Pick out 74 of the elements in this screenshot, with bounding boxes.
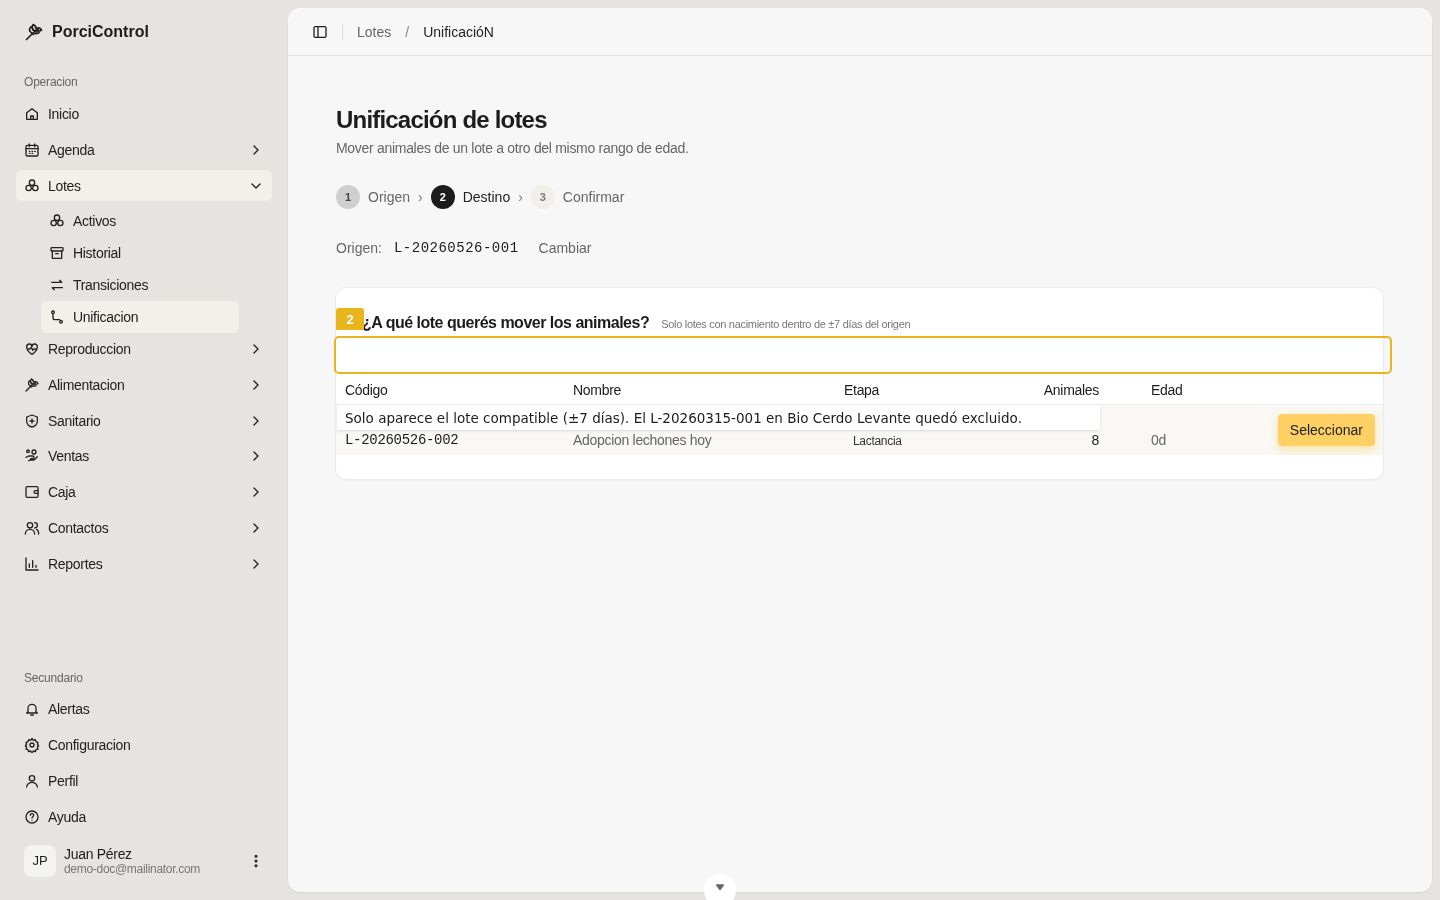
nav-item[interactable]: Contactos — [16, 512, 272, 545]
step-separator: › — [418, 189, 423, 205]
nav-item[interactable]: Caja — [16, 476, 272, 509]
nav-item[interactable]: Agenda — [16, 133, 272, 166]
nav-item[interactable]: Reproduccion — [16, 332, 272, 365]
nav-subitem[interactable]: Historial — [41, 237, 239, 270]
sidebar-toggle-icon — [312, 23, 328, 40]
user-email: demo-doc@mailinator.com — [64, 862, 201, 876]
step-label: Destino — [462, 189, 511, 205]
page-title: Unificación de lotes — [336, 105, 548, 135]
archive-icon — [49, 245, 65, 262]
column-header: Edad — [1150, 382, 1184, 398]
nav-item[interactable]: Reportes — [16, 548, 272, 580]
nav-subitem[interactable]: Activos — [41, 205, 239, 238]
wallet-icon — [24, 484, 40, 501]
tour-tooltip: Solo aparece el lote compatible (±7 días). El L-20260315-001 en Bio Cerdo Levante quedó excluido. — [337, 405, 1100, 430]
column-header: Animales — [1042, 382, 1099, 398]
breadcrumb-link[interactable]: Lotes — [357, 23, 392, 40]
select-button[interactable]: Seleccionar — [1277, 414, 1375, 446]
nav-item[interactable]: Configuracion — [16, 729, 272, 762]
column-header: Código — [344, 382, 389, 398]
settings-icon — [24, 737, 40, 754]
heart-icon — [24, 340, 40, 357]
card-title: ¿A qué lote querés mover los animales? — [362, 314, 650, 332]
step-label: Origen — [368, 189, 411, 205]
nav-item[interactable]: Lotes — [16, 169, 272, 202]
tour-step-badge: 2 — [336, 308, 364, 330]
nav-item[interactable]: Ventas — [16, 440, 272, 473]
column-header: Nombre — [573, 382, 622, 398]
home-icon — [24, 105, 40, 122]
user-icon — [24, 773, 40, 790]
table-cell: Adopcion lechones hoy — [573, 432, 712, 448]
page-subtitle: Mover animales de un lote a otro del mismo rango de edad. — [336, 140, 690, 156]
step-separator: › — [518, 189, 523, 205]
breadcrumb-current: UnificacióN — [423, 23, 494, 40]
user-avatar: JP — [24, 845, 56, 877]
step-number: 2 — [430, 185, 455, 209]
calendar-icon — [24, 141, 40, 158]
nav-item[interactable]: Perfil — [16, 765, 272, 798]
route-icon — [49, 308, 65, 325]
wheat-icon — [24, 376, 40, 393]
section-label: Operacion — [23, 73, 79, 91]
table-cell-text: Lactancia — [852, 434, 902, 448]
bell-icon — [24, 701, 40, 718]
nav-item[interactable]: Alimentacion — [16, 368, 272, 401]
step-label: Confirmar — [562, 189, 625, 205]
step-number: 3 — [530, 185, 555, 209]
help-icon — [24, 809, 40, 826]
wheat-icon — [24, 21, 44, 42]
shield-icon — [24, 412, 40, 429]
nav-subitem[interactable]: Transiciones — [41, 269, 239, 301]
user-name: Juan Pérez — [64, 846, 133, 862]
scroll-down-button[interactable] — [704, 874, 736, 900]
sidebar-toggle-button[interactable] — [312, 23, 328, 40]
breadcrumb-separator: / — [405, 23, 410, 40]
step-number: 1 — [336, 185, 360, 209]
column-header: Etapa — [844, 382, 881, 398]
table-cell: 8 — [1091, 432, 1099, 448]
table-cell: L-20260526-002 — [345, 432, 459, 448]
nav-subitem[interactable]: Unificacion — [41, 301, 239, 333]
nav-item[interactable]: Alertas — [16, 693, 272, 726]
nav-item[interactable]: Ayuda — [16, 801, 272, 833]
table-cell: 0d — [1151, 432, 1166, 448]
cluster-icon — [24, 177, 40, 194]
origin-label: Origen: — [336, 240, 382, 256]
change-button[interactable]: Cambiar — [538, 240, 592, 256]
users-icon — [24, 520, 40, 537]
section-label: Secundario — [23, 669, 84, 687]
origin-code: L-20260526-001 — [393, 240, 519, 256]
bar-chart-icon — [24, 555, 40, 572]
card-hint: Solo lotes con nacimiento dentro de ±7 días del origen — [661, 318, 911, 330]
app-name: PorciControl — [52, 22, 149, 41]
nav-item[interactable]: Sanitario — [16, 404, 272, 437]
nav-item[interactable]: Inicio — [16, 97, 272, 130]
